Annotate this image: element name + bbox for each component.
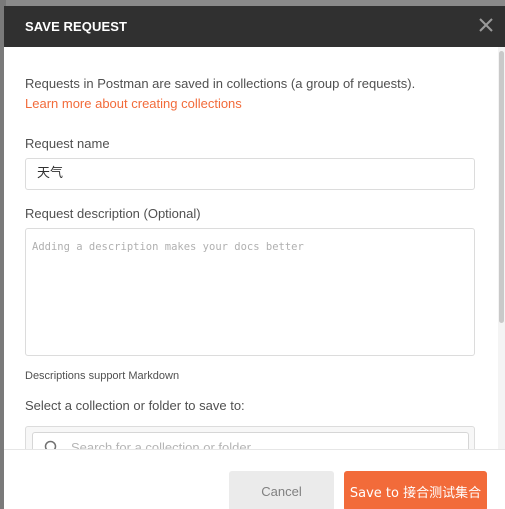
cancel-button[interactable]: Cancel: [229, 471, 334, 509]
collection-label: Select a collection or folder to save to…: [25, 398, 245, 413]
learn-more-link[interactable]: Learn more about creating collections: [25, 96, 242, 111]
intro-text: Requests in Postman are saved in collect…: [25, 76, 416, 91]
dialog-title: SAVE REQUEST: [25, 19, 128, 34]
collection-picker: Search for a collection or folder: [25, 426, 475, 451]
dialog-footer: Cancel Save to 接合测试集合: [4, 449, 505, 509]
close-icon[interactable]: [475, 14, 497, 36]
request-description-label: Request description (Optional): [25, 206, 201, 221]
description-placeholder: Adding a description makes your docs bet…: [32, 241, 304, 253]
request-name-input[interactable]: 天气: [25, 158, 475, 190]
scrollbar[interactable]: [498, 47, 505, 451]
markdown-hint: Descriptions support Markdown: [25, 370, 180, 382]
request-description-textarea[interactable]: Adding a description makes your docs bet…: [25, 228, 475, 356]
request-name-label: Request name: [25, 136, 110, 151]
dialog-body: Requests in Postman are saved in collect…: [4, 47, 498, 451]
scrollbar-thumb[interactable]: [499, 51, 504, 323]
dialog-header: SAVE REQUEST: [4, 6, 505, 47]
save-button[interactable]: Save to 接合测试集合: [344, 471, 487, 509]
save-request-dialog: SAVE REQUEST Requests in Postman are sav…: [4, 6, 505, 509]
